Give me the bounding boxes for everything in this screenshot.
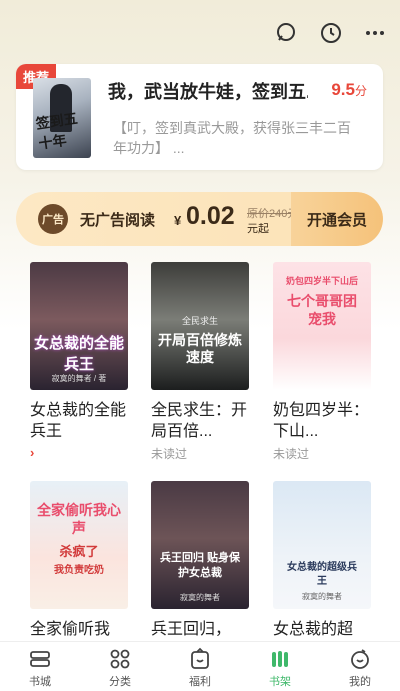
recommend-book-cover[interactable]: 签到五十年 bbox=[33, 78, 91, 158]
cover-title: 女总裁的超级兵王 bbox=[287, 562, 357, 587]
tab-category[interactable]: 分类 bbox=[80, 642, 160, 691]
vip-yen: ¥ bbox=[174, 213, 182, 228]
book-continue-arrow[interactable]: › bbox=[30, 445, 128, 460]
recommend-cover-text: 签到五十年 bbox=[34, 110, 79, 152]
search-icon[interactable] bbox=[274, 20, 300, 46]
more-icon[interactable] bbox=[362, 20, 388, 46]
tab-bookshelf[interactable]: 书架 bbox=[240, 642, 320, 691]
book-read-status: 未读过 bbox=[273, 447, 310, 461]
tab-welfare[interactable]: 福利 bbox=[160, 642, 240, 691]
tab-label: 分类 bbox=[109, 676, 131, 688]
vip-banner[interactable]: 广告 无广告阅读 ¥ 0.02 原价240元 元起 开通会员 bbox=[16, 192, 383, 246]
cover-tagline: 我负责吃奶 bbox=[54, 565, 104, 576]
cover-title: 七个哥哥团宠我 bbox=[287, 293, 357, 327]
cover-author: 寂寞的舞者 bbox=[180, 593, 220, 602]
book-item[interactable]: 兵王回归 贴身保护女总裁 寂寞的舞者 兵王回归， bbox=[151, 481, 249, 661]
book-item[interactable]: 全家偷听我心声 杀疯了 我负责吃奶 全家偷听我 bbox=[30, 481, 128, 661]
recommend-desc: 【叮，签到真武大殿，获得张三丰二百年功力】 ... bbox=[113, 120, 351, 156]
book-read-status: 未读过 bbox=[151, 447, 188, 461]
cover-author: 寂寞的舞者 / 著 bbox=[51, 374, 107, 383]
vip-label: 无广告阅读 bbox=[80, 212, 156, 229]
book-cover[interactable]: 全民求生 开局百倍修炼速度 bbox=[151, 262, 249, 390]
recommend-card[interactable]: 推荐 签到五十年 我，武当放牛娃，签到五... 9.5分 【叮，签到真武大殿，获… bbox=[16, 64, 383, 170]
welfare-icon bbox=[191, 647, 209, 669]
book-cover[interactable]: 奶包四岁半下山后 七个哥哥团宠我 bbox=[273, 262, 371, 390]
bookstore-icon bbox=[30, 651, 50, 667]
score-unit: 分 bbox=[354, 84, 367, 98]
recommend-title: 我，武当放牛娃，签到五... bbox=[108, 82, 308, 102]
cover-title: 兵王回归 贴身保护女总裁 bbox=[159, 552, 241, 579]
cover-subtitle: 奶包四岁半下山后 bbox=[285, 276, 358, 286]
tab-label: 我的 bbox=[349, 676, 371, 688]
top-toolbar bbox=[274, 20, 388, 46]
tab-label: 书架 bbox=[269, 676, 291, 688]
book-cover[interactable]: 全家偷听我心声 杀疯了 我负责吃奶 bbox=[30, 481, 128, 609]
vip-price: 0.02 bbox=[186, 202, 235, 230]
book-title: 奶包四岁半：下山... bbox=[273, 402, 370, 440]
cover-title: 开局百倍修炼速度 bbox=[158, 332, 242, 365]
profile-icon bbox=[351, 649, 369, 669]
tab-bookstore[interactable]: 书城 bbox=[0, 642, 80, 691]
bottom-tab-bar: 书城 分类 福利 书架 我的 bbox=[0, 641, 400, 691]
score-value: 9.5 bbox=[331, 80, 355, 99]
book-cover[interactable]: 女总裁的全能兵王 寂寞的舞者 / 著 bbox=[30, 262, 128, 390]
book-item[interactable]: 女总裁的全能兵王 寂寞的舞者 / 著 女总裁的全能兵王 › bbox=[30, 262, 128, 460]
history-icon[interactable] bbox=[318, 20, 344, 46]
book-item[interactable]: 全民求生 开局百倍修炼速度 全民求生：开局百倍... 未读过 bbox=[151, 262, 249, 462]
open-vip-button[interactable]: 开通会员 bbox=[291, 192, 383, 246]
book-title: 全民求生：开局百倍... bbox=[151, 402, 248, 440]
tab-label: 书城 bbox=[29, 676, 51, 688]
tab-label: 福利 bbox=[189, 676, 211, 688]
book-cover[interactable]: 兵王回归 贴身保护女总裁 寂寞的舞者 bbox=[151, 481, 249, 609]
book-title: 女总裁的全能兵王 bbox=[30, 402, 127, 440]
cover-subtitle: 全民求生 bbox=[181, 316, 218, 326]
tab-profile[interactable]: 我的 bbox=[320, 642, 400, 691]
category-icon bbox=[110, 649, 130, 669]
vip-price-unit: 元起 bbox=[247, 223, 269, 235]
bookshelf-icon bbox=[272, 651, 288, 667]
book-item[interactable]: 女总裁的超级兵王 寂寞的舞者 女总裁的超 bbox=[273, 481, 371, 661]
no-ads-icon: 广告 bbox=[38, 204, 68, 234]
book-cover[interactable]: 女总裁的超级兵王 寂寞的舞者 bbox=[273, 481, 371, 609]
book-item[interactable]: 奶包四岁半下山后 七个哥哥团宠我 奶包四岁半：下山... 未读过 bbox=[273, 262, 371, 462]
recommend-score: 9.5分 bbox=[331, 80, 367, 100]
cover-author: 寂寞的舞者 bbox=[302, 592, 342, 601]
cover-title: 女总裁的全能兵王 bbox=[33, 335, 124, 373]
cover-title: 全家偷听我心声 bbox=[37, 502, 121, 536]
cover-subtitle: 杀疯了 bbox=[59, 544, 99, 559]
